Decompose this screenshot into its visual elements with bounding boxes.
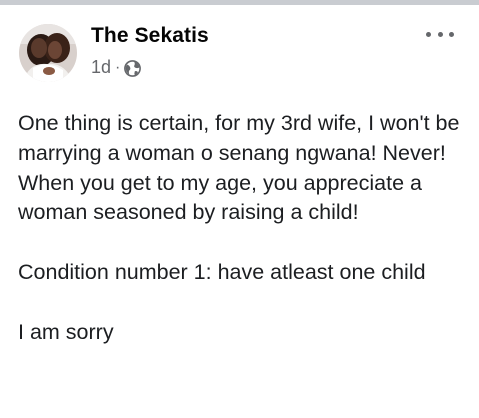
- post-text: One thing is certain, for my 3rd wife, I…: [18, 109, 468, 347]
- post-paragraph: Condition number 1: have atleast one chi…: [18, 259, 426, 284]
- more-horizontal-icon: [449, 31, 454, 37]
- post-timestamp[interactable]: 1d: [91, 57, 111, 78]
- top-divider: [0, 0, 479, 5]
- post-paragraph: I am sorry: [18, 319, 114, 344]
- more-options-button[interactable]: [426, 26, 454, 42]
- avatar[interactable]: [19, 24, 77, 82]
- meta-separator: ·: [115, 58, 121, 76]
- globe-icon[interactable]: [124, 59, 142, 77]
- more-horizontal-icon: [437, 31, 443, 37]
- more-horizontal-icon: [426, 31, 431, 37]
- post-meta: 1d ·: [91, 57, 142, 78]
- post-paragraph: One thing is certain, for my 3rd wife, I…: [18, 111, 460, 225]
- post-header: The Sekatis 1d ·: [19, 22, 459, 84]
- avatar-photo: [19, 24, 77, 82]
- author-name[interactable]: The Sekatis: [91, 24, 209, 48]
